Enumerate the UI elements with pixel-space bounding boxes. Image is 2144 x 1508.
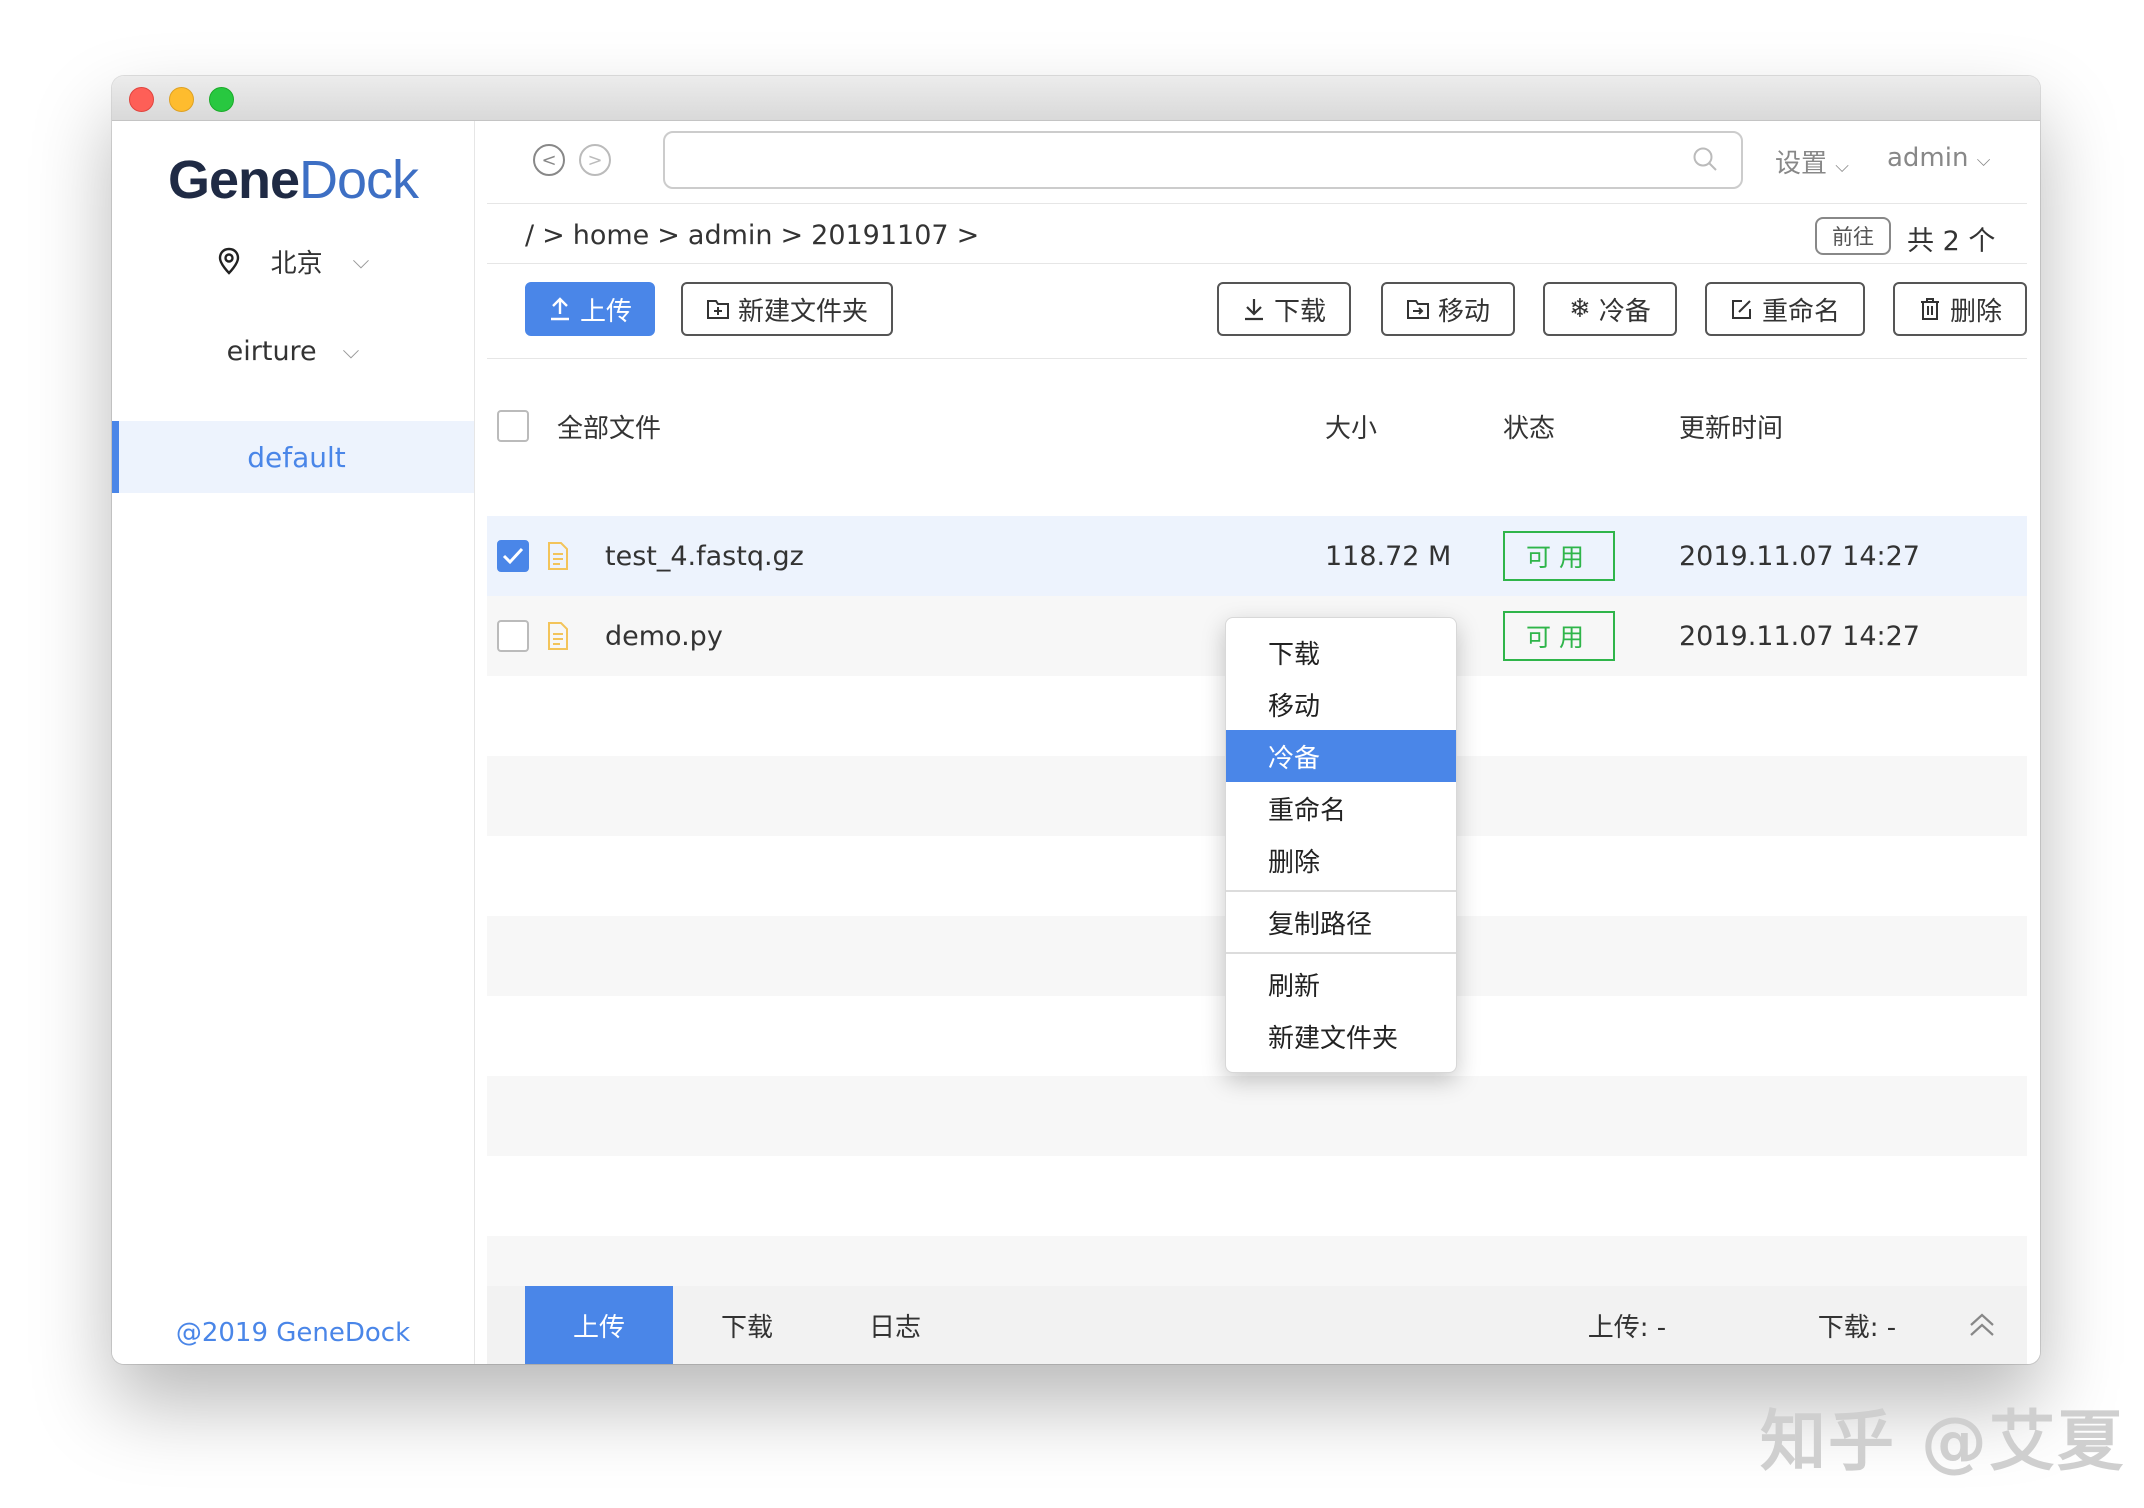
chevron-down-icon: ⌵ — [1976, 150, 1991, 171]
breadcrumb-20191107[interactable]: 20191107 — [811, 220, 948, 251]
select-all-checkbox[interactable] — [497, 410, 529, 442]
sidebar-item-label: default — [247, 440, 346, 474]
upload-status: 上传: - — [1587, 1312, 1667, 1343]
ctx-new-folder[interactable]: 新建文件夹 — [1226, 1010, 1456, 1062]
breadcrumb-root[interactable]: / — [525, 220, 534, 251]
transfer-bar: 上传 下载 日志 上传: - 下载: - — [487, 1286, 2027, 1364]
region-label: 北京 — [270, 248, 323, 279]
menu-separator — [1226, 890, 1456, 892]
search-input[interactable] — [663, 131, 1743, 189]
search-icon[interactable] — [1691, 145, 1719, 173]
chevron-left-icon: < — [541, 149, 557, 171]
row-checkbox[interactable] — [497, 620, 529, 652]
ctx-move[interactable]: 移动 — [1226, 678, 1456, 730]
edit-icon — [1731, 300, 1751, 319]
col-name[interactable]: 全部文件 — [557, 391, 661, 461]
breadcrumb-home[interactable]: home — [573, 220, 650, 251]
file-icon — [548, 542, 568, 570]
main-panel: < > 设置 ⌵ admin ⌵ / > home > admin > 2019… — [475, 121, 2040, 1364]
new-folder-button[interactable]: 新建文件夹 — [681, 282, 893, 336]
snowflake-icon: ❄ — [1569, 294, 1591, 324]
context-menu: 下载 移动 冷备 重命名 删除 复制路径 刷新 新建文件夹 — [1225, 617, 1457, 1073]
forward-button[interactable]: > — [579, 144, 611, 176]
app-window: GeneDock 北京 ⌵ eirture ⌵ default @2019 Ge… — [112, 76, 2040, 1364]
sidebar: GeneDock 北京 ⌵ eirture ⌵ default @2019 Ge… — [112, 121, 475, 1364]
divider — [487, 203, 2027, 204]
status-badge: 可用 — [1503, 611, 1615, 661]
rename-button[interactable]: 重命名 — [1705, 282, 1865, 336]
zoom-window-button[interactable] — [209, 87, 234, 112]
status-badge: 可用 — [1503, 531, 1615, 581]
file-name[interactable]: test_4.fastq.gz — [605, 516, 804, 596]
row-checkbox[interactable] — [497, 540, 529, 572]
double-chevron-up-icon — [1970, 1313, 1994, 1336]
empty-row — [487, 1156, 2027, 1236]
move-button[interactable]: 移动 — [1381, 282, 1515, 336]
tab-download[interactable]: 下载 — [673, 1286, 821, 1364]
ctx-refresh[interactable]: 刷新 — [1226, 958, 1456, 1010]
folder-move-icon — [1406, 300, 1429, 319]
file-name[interactable]: demo.py — [605, 596, 723, 676]
col-size[interactable]: 大小 — [1325, 391, 1377, 461]
breadcrumb: / > home > admin > 20191107 > — [525, 219, 980, 251]
back-button[interactable]: < — [533, 144, 565, 176]
breadcrumb-admin[interactable]: admin — [688, 220, 773, 251]
tab-log[interactable]: 日志 — [821, 1286, 969, 1364]
chevron-down-icon: ⌵ — [352, 248, 370, 274]
watermark: 知乎 @艾夏 — [1760, 1403, 2125, 1480]
table-row[interactable]: test_4.fastq.gz 118.72 M 可用 2019.11.07 1… — [487, 516, 2027, 596]
file-icon — [548, 622, 568, 650]
ctx-rename[interactable]: 重命名 — [1226, 782, 1456, 834]
sidebar-item-default[interactable]: default — [112, 421, 474, 493]
title-bar — [112, 76, 2040, 121]
upload-icon — [550, 297, 569, 321]
file-count: 共 2 个 — [1907, 226, 1996, 257]
delete-button[interactable]: 删除 — [1893, 282, 2027, 336]
minimize-window-button[interactable] — [169, 87, 194, 112]
project-label: eirture — [226, 335, 317, 367]
region-selector[interactable]: 北京 ⌵ — [112, 231, 474, 291]
col-updated[interactable]: 更新时间 — [1679, 391, 1783, 461]
table-header: 全部文件 大小 状态 更新时间 — [487, 391, 2027, 461]
chevron-down-icon: ⌵ — [1835, 156, 1849, 177]
goto-button[interactable]: 前往 — [1815, 217, 1891, 255]
ctx-delete[interactable]: 删除 — [1226, 834, 1456, 886]
ctx-download[interactable]: 下载 — [1226, 626, 1456, 678]
empty-row — [487, 1076, 2027, 1156]
upload-button[interactable]: 上传 — [525, 282, 655, 336]
file-size: 118.72 M — [1325, 540, 1452, 572]
settings-menu[interactable]: 设置 ⌵ — [1775, 143, 1849, 180]
empty-row — [487, 1236, 2027, 1286]
folder-plus-icon — [706, 300, 729, 319]
divider — [487, 263, 2027, 264]
divider — [487, 358, 2027, 359]
user-menu[interactable]: admin ⌵ — [1887, 143, 1990, 173]
download-button[interactable]: 下载 — [1217, 282, 1351, 336]
menu-separator — [1226, 952, 1456, 954]
location-pin-icon — [218, 247, 239, 275]
col-status[interactable]: 状态 — [1503, 391, 1555, 461]
expand-panel-button[interactable] — [1957, 1286, 2007, 1364]
trash-icon — [1920, 298, 1939, 320]
logo: GeneDock — [167, 150, 419, 210]
download-icon — [1244, 299, 1263, 321]
chevron-down-icon: ⌵ — [342, 338, 360, 364]
ctx-copy-path[interactable]: 复制路径 — [1226, 896, 1456, 948]
close-window-button[interactable] — [129, 87, 154, 112]
check-icon — [502, 547, 524, 565]
cold-backup-button[interactable]: ❄ 冷备 — [1543, 282, 1677, 336]
copyright: @2019 GeneDock — [175, 1318, 411, 1348]
chevron-right-icon: > — [587, 149, 603, 171]
project-selector[interactable]: eirture ⌵ — [112, 321, 474, 381]
file-updated: 2019.11.07 14:27 — [1679, 620, 1920, 652]
ctx-cold-backup[interactable]: 冷备 — [1226, 730, 1456, 782]
tab-upload[interactable]: 上传 — [525, 1286, 673, 1364]
file-updated: 2019.11.07 14:27 — [1679, 540, 1920, 572]
download-status: 下载: - — [1817, 1312, 1897, 1343]
